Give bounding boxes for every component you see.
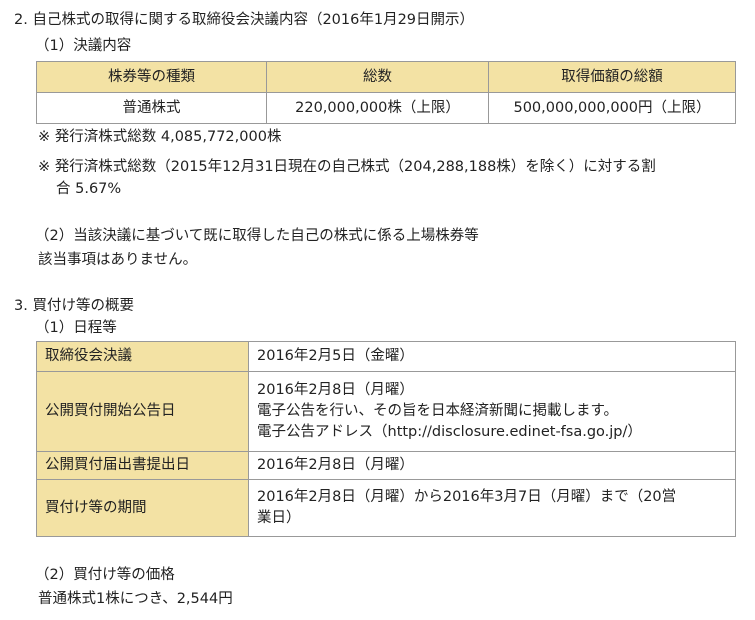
subsection-resolution-heading: （1）決議内容: [35, 38, 132, 54]
schedule-label: 取締役会決議: [36, 341, 249, 372]
header-share-type: 株券等の種類: [36, 61, 267, 93]
cell-total-shares: 220,000,000株（上限）: [266, 92, 489, 124]
schedule-value-line: 電子公告アドレス（http://disclosure.edinet-fsa.go…: [257, 424, 642, 440]
note-issued-shares: ※ 発行済株式総数 4,085,772,000株: [38, 129, 282, 145]
section2-heading: 2. 自己株式の取得に関する取締役会決議内容（2016年1月29日開示）: [14, 12, 475, 28]
schedule-label: 買付け等の期間: [36, 479, 249, 537]
subsection-schedule-heading: （1）日程等: [35, 320, 117, 336]
schedule-value-line: 2016年2月5日（金曜）: [257, 348, 414, 364]
header-total: 総数: [266, 61, 489, 93]
price-text: 普通株式1株につき、2,544円: [38, 591, 233, 607]
schedule-row: 公開買付届出書提出日 2016年2月8日（月曜）: [36, 451, 736, 480]
header-total-acquisition-value: 取得価額の総額: [488, 61, 736, 93]
note-ratio-line2: 合 5.67%: [56, 181, 122, 197]
cell-total-value: 500,000,000,000円（上限）: [488, 92, 736, 124]
schedule-row: 買付け等の期間 2016年2月8日（月曜）から2016年3月7日（月曜）まで（2…: [36, 479, 736, 537]
schedule-value: 2016年2月8日（月曜）: [248, 451, 736, 480]
schedule-label: 公開買付開始公告日: [36, 371, 249, 452]
schedule-table: 取締役会決議 2016年2月5日（金曜） 公開買付開始公告日 2016年2月8日…: [36, 341, 736, 537]
schedule-value: 2016年2月8日（月曜）から2016年3月7日（月曜）まで（20営 業日）: [248, 479, 736, 537]
schedule-value-line: 業日）: [257, 510, 301, 526]
schedule-value: 2016年2月5日（金曜）: [248, 341, 736, 372]
subsection-price-heading: （2）買付け等の価格: [35, 567, 175, 583]
section3-heading: 3. 買付け等の概要: [14, 298, 134, 314]
subsection-acquired-text: 該当事項はありません。: [38, 252, 198, 268]
note-ratio-line1: ※ 発行済株式総数（2015年12月31日現在の自己株式（204,288,188…: [38, 159, 656, 175]
schedule-value: 2016年2月8日（月曜） 電子公告を行い、その旨を日本経済新聞に掲載します。 …: [248, 371, 736, 452]
schedule-value-line: 電子公告を行い、その旨を日本経済新聞に掲載します。: [257, 403, 619, 419]
cell-share-type: 普通株式: [36, 92, 267, 124]
schedule-row: 公開買付開始公告日 2016年2月8日（月曜） 電子公告を行い、その旨を日本経済…: [36, 371, 736, 452]
schedule-value-line: 2016年2月8日（月曜）から2016年3月7日（月曜）まで（20営: [257, 489, 677, 505]
resolution-table: 株券等の種類 総数 取得価額の総額 普通株式 220,000,000株（上限） …: [36, 61, 736, 124]
schedule-value-line: 2016年2月8日（月曜）: [257, 457, 414, 473]
subsection-acquired-heading: （2）当該決議に基づいて既に取得した自己の株式に係る上場株券等: [35, 228, 479, 244]
schedule-row: 取締役会決議 2016年2月5日（金曜）: [36, 341, 736, 372]
schedule-value-line: 2016年2月8日（月曜）: [257, 382, 414, 398]
schedule-label: 公開買付届出書提出日: [36, 451, 249, 480]
